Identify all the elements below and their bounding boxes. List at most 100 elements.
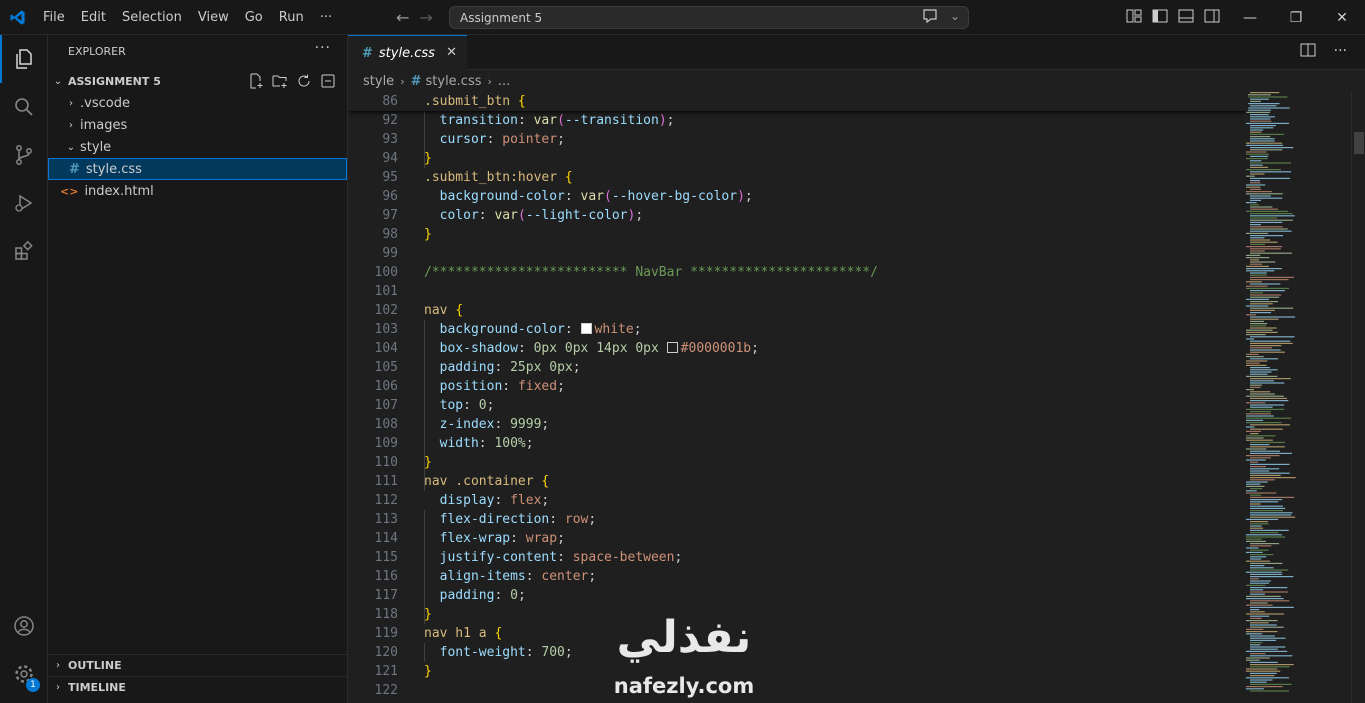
minimap-line — [1250, 384, 1262, 386]
breadcrumb-symbol[interactable]: ... — [498, 74, 510, 89]
copilot-chat-icon[interactable] — [922, 9, 938, 26]
code-token: : — [564, 189, 581, 204]
menu-view[interactable]: View — [190, 0, 237, 35]
minimap-line — [1250, 318, 1279, 320]
editor-scrollbar[interactable] — [1351, 92, 1365, 703]
settings-gear-icon[interactable]: 1 — [0, 650, 48, 698]
close-window-icon[interactable]: ✕ — [1319, 10, 1365, 26]
line-number: 102 — [374, 303, 398, 318]
minimap-line — [1246, 287, 1289, 289]
tree-file-style-css[interactable]: # style.css — [48, 158, 347, 180]
minimap-line — [1250, 488, 1262, 490]
menu-go[interactable]: Go — [237, 0, 271, 35]
minimap[interactable] — [1246, 92, 1351, 703]
minimap-line — [1250, 529, 1289, 531]
code-line: 96 background-color: var(--hover-bg-colo… — [348, 187, 1248, 206]
menu-edit[interactable]: Edit — [73, 0, 114, 35]
toggle-secondary-sidebar-icon[interactable] — [1204, 9, 1220, 27]
code-text: .submit_btn { — [424, 92, 526, 111]
code-token: : — [517, 341, 534, 356]
refresh-icon[interactable] — [296, 73, 312, 93]
code-editor[interactable]: 86 .submit_btn {92 transition: var(--tran… — [348, 92, 1365, 703]
extensions-icon[interactable] — [0, 227, 48, 275]
more-actions-icon[interactable]: ··· — [1334, 43, 1347, 61]
minimap-line — [1250, 681, 1267, 683]
split-editor-icon[interactable] — [1300, 43, 1316, 61]
menu-run[interactable]: Run — [271, 0, 312, 35]
minimap-line — [1246, 193, 1283, 195]
account-icon[interactable] — [0, 602, 48, 650]
code-text: transition: var(--transition); — [424, 111, 675, 130]
color-swatch[interactable] — [580, 323, 592, 334]
source-control-icon[interactable] — [0, 131, 48, 179]
minimap-line — [1246, 426, 1255, 428]
minimap-line — [1250, 516, 1296, 518]
timeline-section-header[interactable]: › TIMELINE — [48, 676, 347, 698]
minimap-line — [1246, 439, 1273, 441]
code-text: flex-wrap: wrap; — [424, 529, 565, 548]
back-arrow-icon[interactable]: ← — [396, 8, 409, 27]
minimap-line — [1246, 257, 1270, 259]
minimap-line — [1250, 477, 1296, 479]
new-file-icon[interactable] — [248, 73, 264, 93]
tree-folder-style[interactable]: ⌄ style — [48, 136, 347, 158]
minimap-line — [1250, 125, 1276, 127]
minimap-line — [1246, 540, 1266, 542]
toggle-primary-sidebar-icon[interactable] — [1152, 9, 1168, 27]
indent-guide — [424, 320, 425, 491]
code-token: ; — [674, 550, 683, 565]
minimap-line — [1250, 573, 1283, 575]
close-tab-icon[interactable]: ✕ — [446, 45, 457, 60]
minimap-line — [1250, 499, 1283, 501]
tree-folder-images[interactable]: › images — [48, 114, 347, 136]
scrollbar-thumb[interactable] — [1354, 132, 1364, 154]
code-token: position — [439, 379, 503, 394]
toggle-panel-icon[interactable] — [1178, 9, 1194, 27]
minimap-line — [1250, 239, 1270, 241]
menu-more[interactable]: ··· — [312, 0, 340, 35]
minimap-line — [1246, 270, 1275, 272]
minimap-line — [1246, 151, 1267, 153]
code-token: ; — [751, 341, 759, 356]
minimap-line — [1246, 314, 1256, 316]
code-line: 107 top: 0; — [348, 396, 1248, 415]
outline-section-header[interactable]: › OUTLINE — [48, 654, 347, 676]
tree-file-index-html[interactable]: <> index.html — [48, 180, 347, 202]
breadcrumb-file[interactable]: style.css — [426, 74, 482, 89]
code-text: cursor: pointer; — [424, 130, 565, 149]
breadcrumb-folder[interactable]: style — [363, 74, 394, 89]
collapse-all-icon[interactable] — [320, 73, 336, 93]
minimap-line — [1246, 402, 1266, 404]
minimap-line — [1250, 679, 1273, 681]
search-icon[interactable] — [0, 83, 48, 131]
tree-folder-vscode[interactable]: › .vscode — [48, 92, 347, 114]
run-debug-icon[interactable] — [0, 179, 48, 227]
minimap-line — [1250, 358, 1279, 360]
forward-arrow-icon[interactable]: → — [419, 8, 432, 27]
new-folder-icon[interactable] — [272, 73, 288, 93]
minimap-line — [1250, 600, 1290, 602]
explorer-icon[interactable] — [0, 35, 48, 83]
menu-selection[interactable]: Selection — [114, 0, 190, 35]
minimap-line — [1250, 404, 1285, 406]
restore-icon[interactable]: ❐ — [1273, 10, 1319, 26]
minimap-line — [1246, 254, 1261, 256]
minimize-icon[interactable]: — — [1227, 10, 1273, 26]
minimap-line — [1246, 186, 1261, 188]
customize-layout-icon[interactable] — [1126, 9, 1142, 27]
code-token: { — [517, 94, 526, 109]
chevron-down-icon[interactable]: ⌄ — [950, 9, 960, 26]
sidebar-more-actions[interactable]: ··· — [315, 40, 331, 56]
workspace-section-header[interactable]: ⌄ ASSIGNMENT 5 — [48, 70, 348, 92]
minimap-line — [1250, 391, 1271, 393]
tab-style-css[interactable]: # style.css ✕ — [348, 35, 467, 70]
code-token: --hover-bg-color — [611, 189, 738, 204]
command-center-search[interactable]: Assignment 5 ⌄ — [449, 6, 969, 29]
minimap-line — [1246, 534, 1282, 536]
menu-file[interactable]: File — [35, 0, 73, 35]
color-swatch[interactable] — [666, 342, 678, 353]
